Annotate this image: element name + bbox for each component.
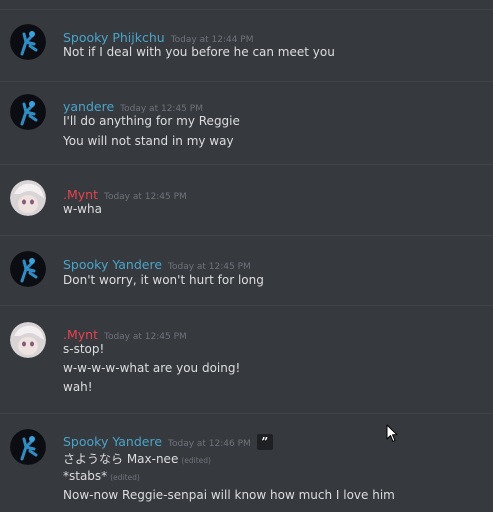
avatar[interactable] bbox=[10, 429, 46, 465]
quote-icon[interactable]: ” bbox=[256, 433, 273, 450]
message-text: Not if I deal with you before he can mee… bbox=[63, 45, 335, 59]
message-text: *stabs* (edited) bbox=[63, 469, 140, 483]
edited-label: (edited) bbox=[181, 456, 211, 465]
avatar[interactable] bbox=[10, 24, 46, 60]
message-group: Spooky Yandere Today at 12:45 PM Don't wo… bbox=[0, 235, 493, 305]
timestamp: Today at 12:45 PM bbox=[103, 332, 187, 342]
message-group: yandere Today at 12:45 PM I'll do anythin… bbox=[0, 81, 493, 164]
author-name[interactable]: .Mynt bbox=[63, 327, 98, 342]
edited-label: (edited) bbox=[110, 473, 140, 482]
message-group: Spooky Yandere Today at 12:46 PM ” さようなら M… bbox=[0, 413, 493, 512]
avatar[interactable] bbox=[10, 94, 46, 130]
author-name[interactable]: Spooky Phijkchu bbox=[63, 30, 165, 45]
timestamp: Today at 12:46 PM bbox=[168, 439, 251, 449]
timestamp: Today at 12:45 PM bbox=[168, 262, 251, 272]
message-text: wah! bbox=[63, 380, 93, 394]
message-group: .Mynt Today at 12:45 PM w-wha bbox=[0, 164, 493, 235]
mouse-pointer-icon bbox=[386, 424, 398, 447]
timestamp: Today at 12:45 PM bbox=[120, 104, 203, 114]
message-text: s-stop! bbox=[63, 342, 105, 356]
message-text: w-wha bbox=[63, 202, 102, 216]
message-text: I'll do anything for my Reggie bbox=[63, 114, 240, 128]
timestamp: Today at 12:45 PM bbox=[103, 192, 187, 202]
author-name[interactable]: yandere bbox=[63, 99, 114, 114]
author-name[interactable]: Spooky Yandere bbox=[63, 434, 162, 449]
avatar[interactable] bbox=[10, 180, 46, 216]
author-name[interactable]: .Mynt bbox=[63, 187, 98, 202]
avatar[interactable] bbox=[10, 322, 46, 358]
message-text: Now-now Reggie-senpai will know how much… bbox=[63, 488, 395, 502]
message-group: .Mynt Today at 12:45 PM s-stop! w-w-w-w-w… bbox=[0, 305, 493, 413]
message-text: w-w-w-w-what are you doing! bbox=[63, 361, 241, 375]
message-text: Don't worry, it won't hurt for long bbox=[63, 273, 264, 287]
author-name[interactable]: Spooky Yandere bbox=[63, 257, 162, 272]
message-text: さようなら Max-nee (edited) bbox=[63, 452, 211, 466]
avatar[interactable] bbox=[10, 251, 46, 287]
timestamp: Today at 12:44 PM bbox=[170, 35, 254, 45]
message-text: You will not stand in my way bbox=[63, 134, 234, 148]
message-group: Spooky Phijkchu Today at 12:44 PM Not if … bbox=[0, 9, 493, 81]
